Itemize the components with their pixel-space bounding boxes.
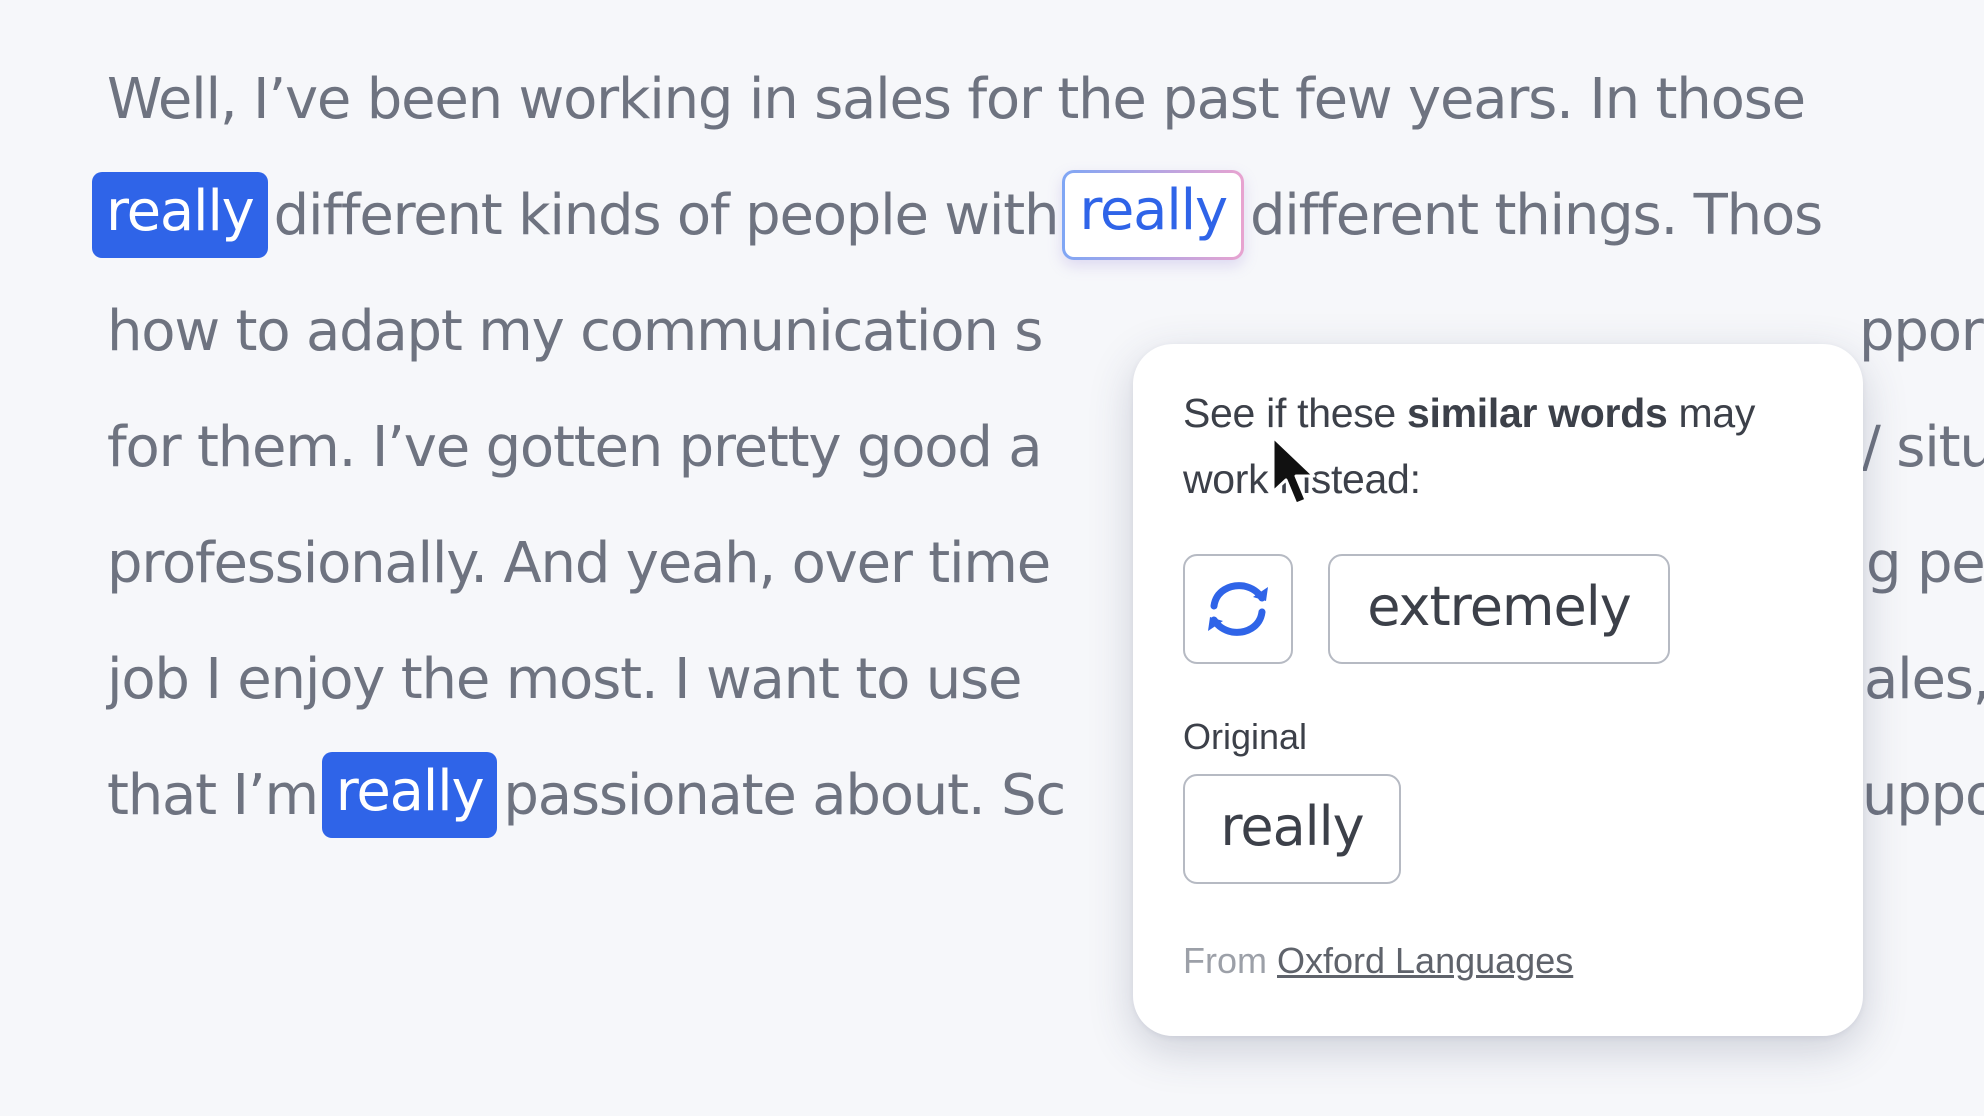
text-line-tail: uppo xyxy=(1862,743,1984,847)
text-line: job I enjoy the most. I want to use xyxy=(107,627,1022,731)
text-segment: different kinds of people with xyxy=(273,182,1060,248)
text-line: that I’m really passionate about. Sc xyxy=(107,743,1066,847)
text-segment: different things. Thos xyxy=(1249,182,1823,248)
text-segment: ppor xyxy=(1859,298,1984,364)
text-segment: passionate about. Sc xyxy=(503,762,1066,828)
text-segment: that I’m xyxy=(107,762,319,828)
text-line: Well, I’ve been working in sales for the… xyxy=(107,47,1806,151)
text-segment: professionally. And yeah, over time xyxy=(107,530,1051,596)
original-word-chip[interactable]: really xyxy=(1183,774,1401,884)
text-segment: job I enjoy the most. I want to use xyxy=(107,646,1022,712)
text-line: how to adapt my communication s xyxy=(107,279,1043,383)
highlighted-word[interactable]: really xyxy=(321,752,498,838)
text-segment: / situ xyxy=(1862,414,1984,480)
source-attribution: From Oxford Languages xyxy=(1183,940,1573,982)
intro-bold: similar words xyxy=(1407,390,1668,436)
refresh-suggestions-button[interactable] xyxy=(1183,554,1293,664)
refresh-icon xyxy=(1208,582,1268,636)
text-segment: g pe xyxy=(1866,530,1984,596)
text-segment: how to adapt my communication s xyxy=(107,298,1043,364)
source-prefix: From xyxy=(1183,940,1277,981)
highlighted-word[interactable]: really xyxy=(92,172,268,258)
text-line-tail: ales, xyxy=(1864,627,1984,731)
selected-word[interactable]: really xyxy=(1062,170,1244,260)
text-segment: Well, I’ve been working in sales for the… xyxy=(107,66,1806,132)
suggestion-chip[interactable]: extremely xyxy=(1328,554,1670,664)
text-segment: for them. I’ve gotten pretty good a xyxy=(107,414,1043,480)
popover-intro: See if these similar words may work inst… xyxy=(1183,380,1783,512)
text-line: really different kinds of people with re… xyxy=(92,163,1823,267)
text-segment: uppo xyxy=(1862,762,1984,828)
text-line-tail: / situ xyxy=(1862,395,1984,499)
similar-words-popover: See if these similar words may work inst… xyxy=(1133,344,1863,1036)
text-line-tail: g pe xyxy=(1866,511,1984,615)
intro-prefix: See if these xyxy=(1183,390,1408,436)
text-line: for them. I’ve gotten pretty good a xyxy=(107,395,1043,499)
text-line: professionally. And yeah, over time xyxy=(107,511,1051,615)
text-line-tail: ppor xyxy=(1859,279,1984,383)
oxford-languages-link[interactable]: Oxford Languages xyxy=(1277,940,1573,981)
original-label: Original xyxy=(1183,716,1308,757)
text-segment: ales, xyxy=(1864,646,1984,712)
